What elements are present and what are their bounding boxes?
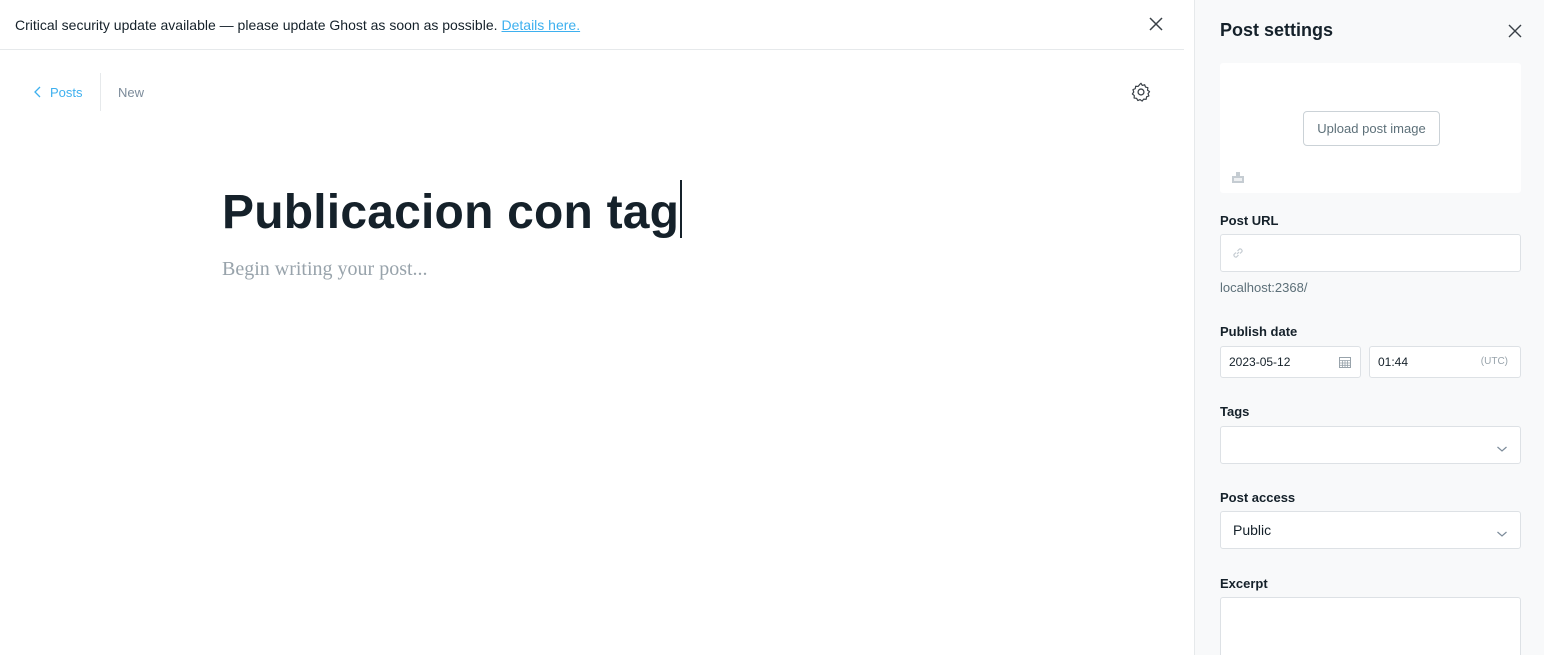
post-status: New [118, 84, 145, 100]
post-image-dropzone[interactable]: Upload post image [1220, 63, 1521, 193]
tags-label: Tags [1220, 404, 1250, 419]
post-access-select[interactable]: Public [1220, 511, 1521, 549]
text-caret [680, 180, 683, 238]
link-icon [1231, 246, 1245, 260]
publish-date-input[interactable]: 2023-05-12 [1220, 346, 1361, 378]
post-title-text: Publicacion con tag [222, 186, 680, 239]
close-icon[interactable] [1146, 14, 1166, 34]
post-settings-sidebar: Post settings Upload post image Post URL… [1194, 0, 1544, 655]
back-label: Posts [50, 84, 83, 100]
alert-details-link[interactable]: Details here. [502, 17, 581, 33]
excerpt-label: Excerpt [1220, 576, 1268, 591]
timezone-label: (UTC) [1480, 356, 1508, 367]
publish-time-input[interactable]: 01:44 (UTC) [1369, 346, 1521, 378]
breadcrumb-divider [100, 73, 101, 111]
calendar-icon[interactable] [1338, 355, 1352, 369]
upload-post-image-button[interactable]: Upload post image [1303, 111, 1440, 146]
image-upload-icon[interactable] [1230, 169, 1246, 185]
help-icon[interactable] [1132, 649, 1146, 655]
gear-icon[interactable] [1130, 81, 1152, 103]
sidebar-title: Post settings [1220, 20, 1334, 40]
chevron-down-icon [1496, 441, 1508, 452]
post-url-hint: localhost:2368/ [1220, 280, 1308, 295]
publish-date-label: Publish date [1220, 324, 1298, 339]
post-body-editor[interactable]: Begin writing your post... [222, 258, 428, 281]
alert-message: Critical security update available — ple… [15, 16, 498, 33]
excerpt-textarea[interactable] [1220, 597, 1521, 655]
editor-pane: Critical security update available — ple… [0, 0, 1194, 655]
publish-time-value: 01:44 [1378, 355, 1409, 369]
post-url-label: Post URL [1220, 213, 1279, 228]
post-title-input[interactable]: Publicacion con tag [222, 180, 683, 243]
editor-topbar: Posts New [0, 72, 1184, 112]
post-access-value: Public [1233, 522, 1272, 538]
post-url-input[interactable] [1220, 234, 1521, 272]
chevron-down-icon [1496, 526, 1508, 537]
chevron-left-icon [34, 86, 41, 98]
back-to-posts-link[interactable]: Posts [34, 72, 99, 112]
post-access-label: Post access [1220, 490, 1296, 505]
tags-select[interactable] [1220, 426, 1521, 464]
security-alert-banner: Critical security update available — ple… [0, 0, 1184, 50]
publish-date-value: 2023-05-12 [1229, 355, 1291, 369]
close-icon[interactable] [1506, 22, 1524, 40]
